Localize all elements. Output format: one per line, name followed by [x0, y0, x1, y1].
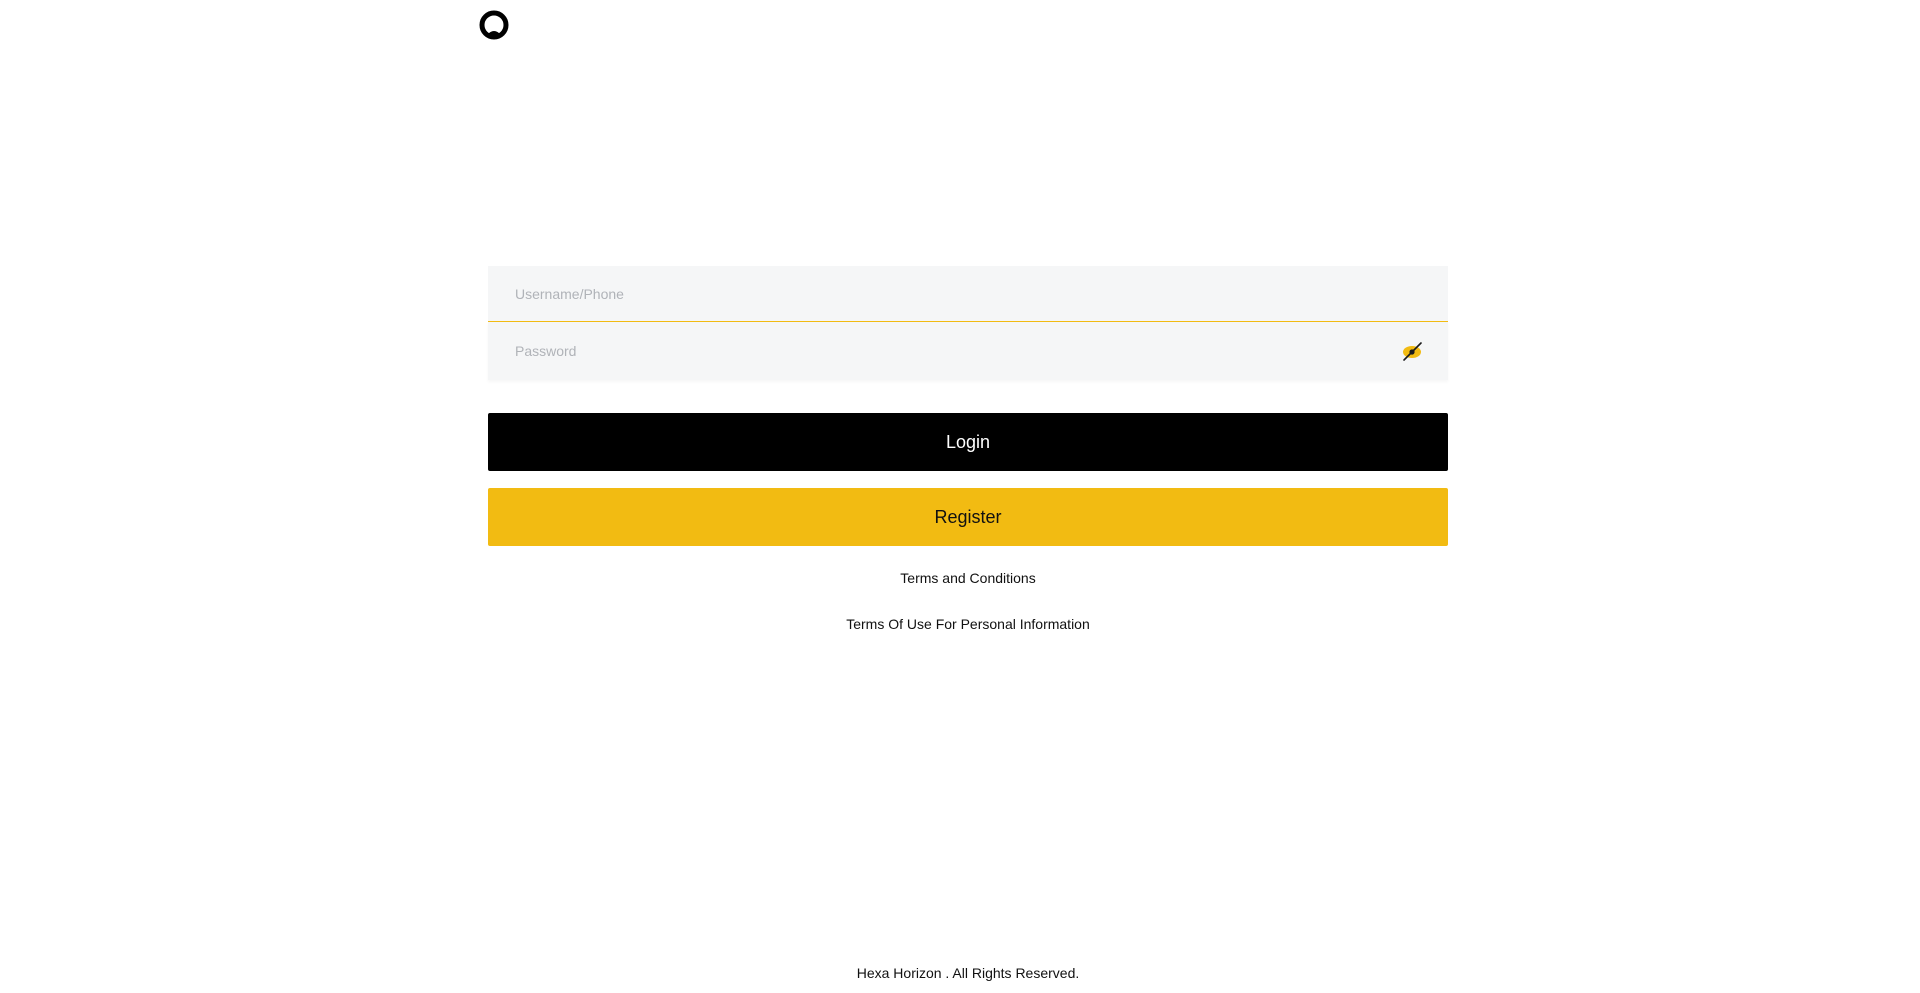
- circle-logo-icon[interactable]: [478, 9, 510, 41]
- login-page: Login Register Terms and Conditions Term…: [0, 0, 1920, 993]
- eye-off-icon[interactable]: [1400, 339, 1424, 363]
- footer-copyright: Hexa Horizon . All Rights Reserved.: [856, 965, 1080, 981]
- username-field-wrapper: [488, 266, 1448, 322]
- password-field-wrapper: [488, 322, 1448, 380]
- password-input[interactable]: [488, 322, 1448, 380]
- register-button[interactable]: Register: [488, 488, 1448, 546]
- login-form: Login Register Terms and Conditions Term…: [488, 266, 1448, 632]
- username-input[interactable]: [488, 266, 1448, 321]
- personal-information-terms-link[interactable]: Terms Of Use For Personal Information: [488, 616, 1448, 632]
- login-button[interactable]: Login: [488, 413, 1448, 471]
- terms-and-conditions-link[interactable]: Terms and Conditions: [488, 570, 1448, 586]
